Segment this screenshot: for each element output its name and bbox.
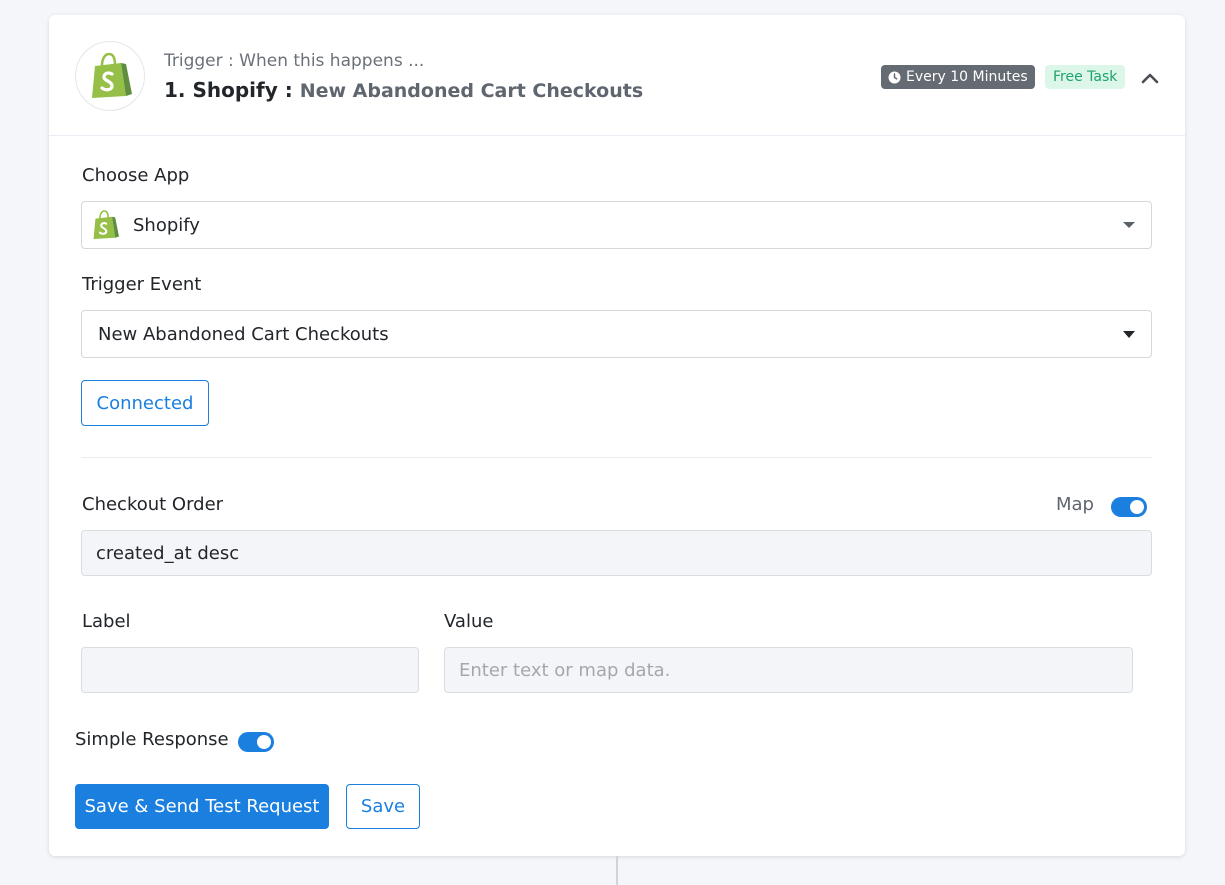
trigger-event-value: New Abandoned Cart Checkouts — [98, 323, 389, 345]
trigger-title: 1. Shopify : New Abandoned Cart Checkout… — [164, 78, 643, 102]
shopify-logo-icon — [92, 52, 132, 98]
map-label: Map — [1056, 494, 1094, 515]
value-input[interactable] — [444, 647, 1133, 693]
step-prefix: 1. Shopify : — [164, 78, 300, 102]
chevron-down-icon — [1123, 222, 1135, 228]
polling-interval-badge: Every 10 Minutes — [881, 65, 1035, 89]
choose-app-label: Choose App — [82, 165, 190, 186]
trigger-card: Trigger : When this happens ... 1. Shopi… — [49, 15, 1185, 856]
simple-response-toggle[interactable] — [238, 732, 274, 752]
choose-app-select[interactable]: Shopify — [81, 201, 1152, 249]
connected-button[interactable]: Connected — [81, 380, 209, 426]
shopify-logo-icon — [93, 210, 119, 239]
map-toggle[interactable] — [1111, 497, 1147, 517]
polling-interval-text: Every 10 Minutes — [906, 69, 1028, 85]
trigger-event-select[interactable]: New Abandoned Cart Checkouts — [81, 310, 1152, 358]
trigger-event-name: New Abandoned Cart Checkouts — [299, 80, 644, 102]
free-task-badge: Free Task — [1045, 65, 1126, 89]
step-connector-line — [616, 856, 618, 885]
choose-app-value: Shopify — [133, 214, 200, 236]
trigger-event-label: Trigger Event — [82, 274, 202, 295]
value-field-label: Value — [444, 611, 494, 632]
trigger-subtitle: Trigger : When this happens ... — [164, 51, 425, 71]
collapse-button[interactable] — [1139, 67, 1161, 89]
save-button[interactable]: Save — [346, 784, 420, 829]
save-send-test-button[interactable]: Save & Send Test Request — [75, 784, 329, 829]
chevron-up-icon — [1141, 73, 1159, 84]
app-logo — [75, 41, 145, 111]
label-field-label: Label — [82, 611, 131, 632]
label-input[interactable] — [81, 647, 419, 693]
checkout-order-label: Checkout Order — [82, 494, 224, 515]
checkout-order-input[interactable]: created_at desc — [81, 530, 1152, 576]
clock-icon — [888, 70, 901, 84]
section-divider — [81, 457, 1152, 458]
trigger-header[interactable]: Trigger : When this happens ... 1. Shopi… — [49, 15, 1185, 136]
simple-response-label: Simple Response — [75, 729, 229, 750]
chevron-down-icon — [1123, 331, 1135, 338]
